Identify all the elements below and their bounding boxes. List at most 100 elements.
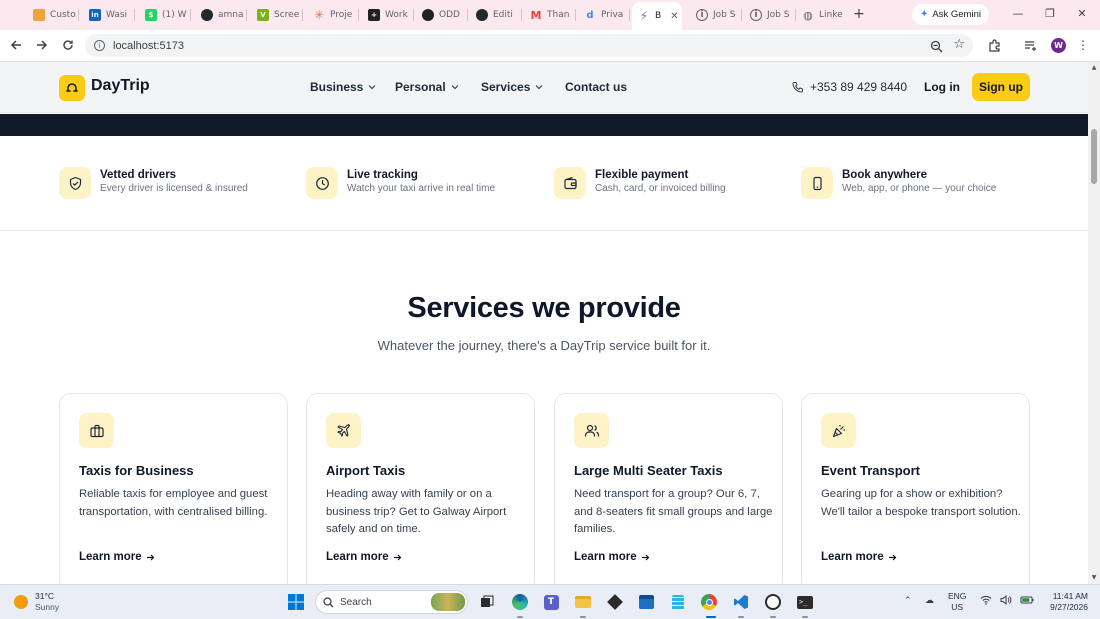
d-icon: d: [586, 9, 594, 21]
scroll-up-arrow-icon[interactable]: ▲: [1090, 64, 1098, 72]
onedrive-icon[interactable]: ☁: [925, 595, 934, 606]
new-tab-button[interactable]: +: [851, 6, 867, 22]
terminal-icon[interactable]: >_: [796, 593, 814, 611]
taskbar-search-box[interactable]: Search: [315, 590, 468, 614]
windows-taskbar: 31°C Sunny Search T >_ ⌃ ☁ ENG US 11:41 …: [0, 584, 1100, 619]
feature-title: Book anywhere: [842, 169, 927, 181]
service-card-multi-seater[interactable]: Large Multi Seater Taxis Need transport …: [554, 393, 783, 584]
nav-personal[interactable]: Personal: [395, 80, 459, 94]
browser-tab[interactable]: in Wasi: [83, 4, 135, 26]
browser-tab[interactable]: ODD: [416, 4, 468, 26]
feature-subtitle: Every driver is licensed & insured: [100, 183, 248, 194]
workflow-icon: +: [368, 9, 380, 21]
odd-icon: [422, 9, 434, 21]
browser-tab[interactable]: d Priva: [578, 4, 630, 26]
linkedin-icon: in: [89, 9, 101, 21]
bookmark-star-icon[interactable]: ☆: [953, 37, 965, 52]
close-window-icon[interactable]: ✕: [1075, 7, 1089, 20]
github-desktop-icon[interactable]: [764, 593, 782, 611]
nav-contact-us[interactable]: Contact us: [565, 80, 627, 94]
notepad-icon[interactable]: [669, 593, 687, 611]
signup-button[interactable]: Sign up: [972, 73, 1030, 101]
scroll-down-arrow-icon[interactable]: ▼: [1090, 574, 1098, 582]
search-highlight-image: [431, 593, 465, 611]
github-icon: [476, 9, 488, 21]
browser-tab[interactable]: ✳ Proje: [307, 4, 359, 26]
feature-vetted-drivers: Vetted drivers Every driver is licensed …: [59, 167, 248, 199]
restore-window-icon[interactable]: ❐: [1043, 7, 1057, 20]
vscode-icon[interactable]: [732, 593, 750, 611]
system-clock[interactable]: 11:41 AM 9/27/2026: [1040, 591, 1088, 613]
service-card-description: Need transport for a group? Our 6, 7, an…: [574, 488, 773, 535]
volume-icon[interactable]: [1000, 594, 1012, 607]
address-bar[interactable]: i localhost:5173 ☆: [85, 34, 973, 57]
teams-icon[interactable]: T: [542, 593, 560, 611]
users-icon: [574, 413, 609, 448]
learn-more-link[interactable]: Learn more: [79, 551, 155, 563]
brand-name[interactable]: DayTrip: [91, 77, 150, 95]
profile-avatar[interactable]: W: [1051, 38, 1066, 53]
chevron-down-icon: [535, 85, 543, 90]
chrome-icon[interactable]: [700, 593, 718, 611]
minimize-window-icon[interactable]: —: [1011, 7, 1025, 20]
windows-start-icon[interactable]: [287, 593, 305, 611]
browser-tab[interactable]: ◍ Linke: [796, 4, 848, 26]
feature-title: Vetted drivers: [100, 169, 177, 181]
url-text[interactable]: localhost:5173: [113, 40, 184, 52]
feature-book-anywhere: Book anywhere Web, app, or phone — your …: [801, 167, 996, 199]
browser-tab-active[interactable]: ⚡ B ✕: [632, 2, 682, 30]
close-tab-icon[interactable]: ✕: [670, 11, 678, 22]
learn-more-link[interactable]: Learn more: [326, 551, 402, 563]
browser-tab[interactable]: M Than: [524, 4, 576, 26]
task-view-icon[interactable]: [478, 593, 496, 611]
edge-icon[interactable]: [511, 593, 529, 611]
page-scrollbar[interactable]: ▲ ▼: [1088, 62, 1100, 584]
zoom-icon[interactable]: [930, 38, 943, 57]
browser-tab[interactable]: i Job S: [744, 4, 796, 26]
file-explorer-icon[interactable]: [574, 593, 592, 611]
browser-tab[interactable]: amna: [195, 4, 247, 26]
battery-icon[interactable]: [1020, 595, 1034, 607]
browser-tab[interactable]: Editi: [470, 4, 522, 26]
wifi-icon[interactable]: [980, 595, 992, 607]
service-card-business[interactable]: Taxis for Business Reliable taxis for em…: [59, 393, 288, 584]
reading-list-icon[interactable]: [1022, 37, 1038, 53]
language-indicator[interactable]: ENG US: [948, 591, 966, 613]
chevron-down-icon: [368, 85, 376, 90]
feature-title: Flexible payment: [595, 169, 689, 181]
browser-tab[interactable]: i Job S: [690, 4, 742, 26]
login-button[interactable]: Log in: [924, 80, 960, 94]
arrow-right-icon: [888, 554, 896, 560]
nav-business[interactable]: Business: [310, 80, 376, 94]
browser-tab[interactable]: Custo: [27, 4, 79, 26]
reload-button[interactable]: [60, 37, 76, 53]
daytrip-logo-icon[interactable]: [59, 75, 85, 101]
site-info-icon[interactable]: i: [94, 40, 105, 51]
asterisk-icon: ✳: [313, 8, 325, 22]
browser-toolbar: i localhost:5173 ☆ W ⋮: [0, 30, 1100, 62]
nav-services[interactable]: Services: [481, 80, 543, 94]
learn-more-link[interactable]: Learn more: [821, 551, 897, 563]
browser-tab[interactable]: $ (1) W: [139, 4, 191, 26]
weather-widget[interactable]: 31°C Sunny: [14, 591, 59, 613]
globe-icon: ◍: [803, 8, 813, 22]
vite-icon: ⚡: [639, 9, 649, 23]
show-hidden-icons-chevron-icon[interactable]: ⌃: [904, 595, 912, 606]
store-icon[interactable]: [637, 593, 655, 611]
ask-gemini-button[interactable]: ✦ Ask Gemini: [912, 4, 989, 25]
service-card-event[interactable]: Event Transport Gearing up for a show or…: [801, 393, 1030, 584]
learn-more-link[interactable]: Learn more: [574, 551, 650, 563]
unity-icon[interactable]: [606, 593, 624, 611]
back-button[interactable]: [8, 37, 24, 53]
chrome-menu-icon[interactable]: ⋮: [1075, 37, 1091, 53]
screen-icon: V: [257, 9, 269, 21]
browser-tab[interactable]: V Scree: [251, 4, 303, 26]
extensions-icon[interactable]: [986, 37, 1002, 53]
forward-button[interactable]: [34, 37, 50, 53]
page-viewport: DayTrip Business Personal Services Conta…: [0, 62, 1088, 584]
phone-link[interactable]: +353 89 429 8440: [792, 80, 907, 94]
service-card-airport[interactable]: Airport Taxis Heading away with family o…: [306, 393, 535, 584]
browser-tab[interactable]: + Work: [362, 4, 414, 26]
scrollbar-thumb[interactable]: [1091, 129, 1097, 184]
service-card-description: Gearing up for a show or exhibition? We'…: [821, 488, 1021, 518]
